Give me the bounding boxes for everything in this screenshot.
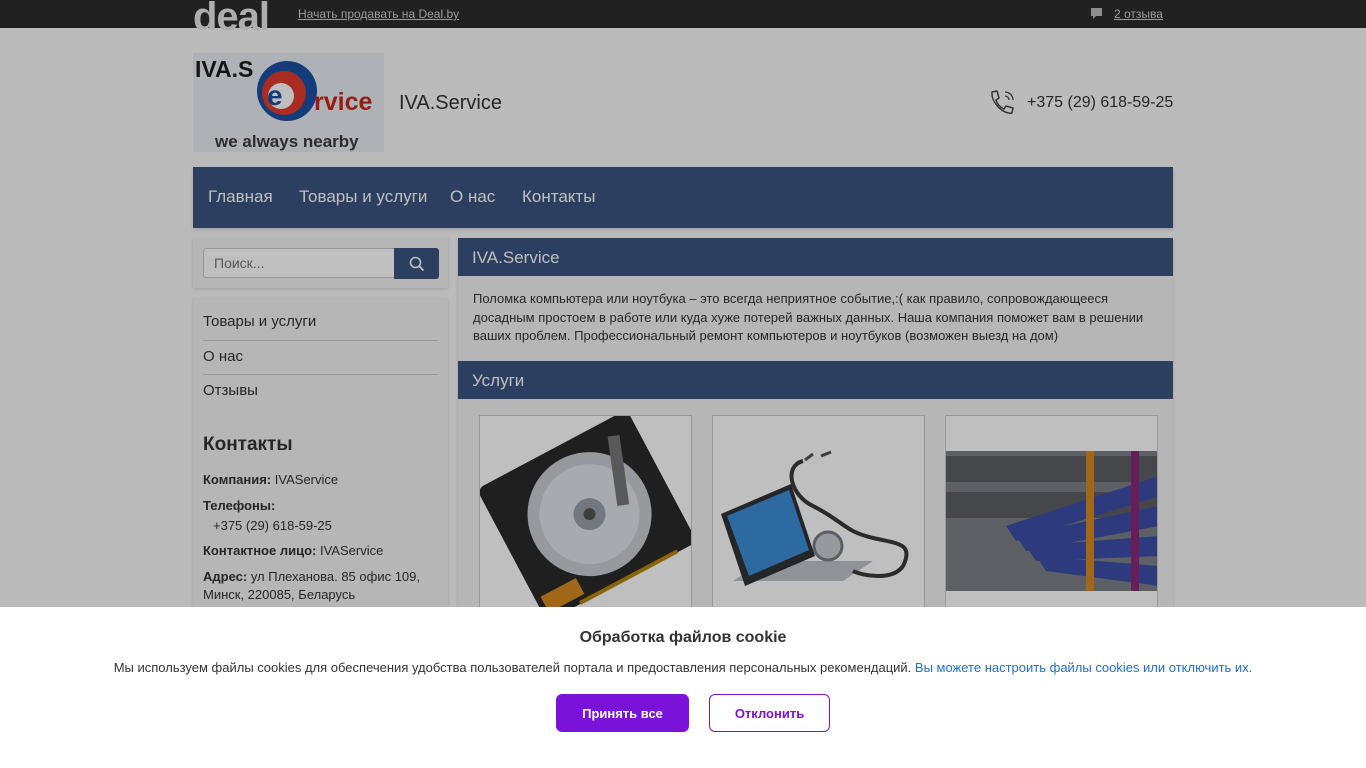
modal-overlay [0, 0, 1366, 607]
decline-button[interactable]: Отклонить [709, 694, 830, 732]
cookie-settings-link[interactable]: Вы можете настроить файлы cookies или от… [915, 660, 1252, 675]
cookie-title: Обработка файлов cookie [579, 629, 787, 646]
cookie-description: Мы используем файлы cookies для обеспече… [113, 660, 912, 675]
cookie-banner: Обработка файлов cookie Мы используем фа… [0, 607, 1366, 768]
accept-all-button[interactable]: Принять все [556, 694, 689, 732]
cookie-text: Мы используем файлы cookies для обеспече… [0, 660, 1366, 675]
